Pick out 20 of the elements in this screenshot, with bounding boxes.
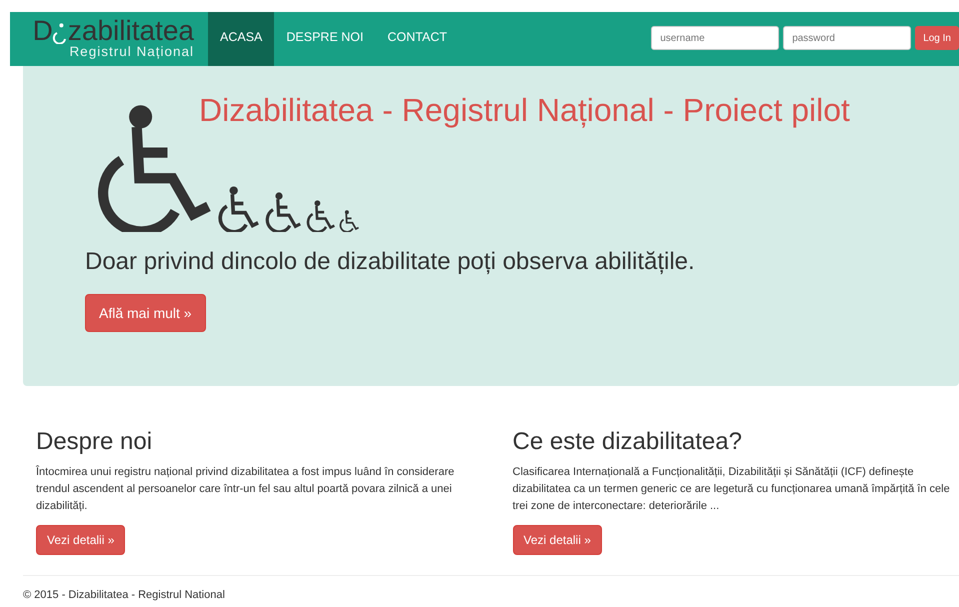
hero-tagline: Doar privind dincolo de dizabilitate poți observa abilitățile.	[85, 247, 696, 277]
section-text: Întocmirea unui registru național privind dizabilitatea a fost impus luând în considerare trendul ascendent al persoanelor care într-un fel sau altul poartă povara zilnică a unei dizabilități.	[36, 464, 456, 514]
username-field[interactable]: username	[651, 26, 780, 50]
section-heading: Ce este dizabilitatea?	[512, 428, 743, 456]
section-heading: Despre noi	[36, 428, 154, 456]
nav-link[interactable]: CONTACT	[376, 12, 459, 66]
details-button[interactable]: Vezi detalii »	[36, 525, 126, 555]
logo-text: D	[32, 18, 53, 44]
nav-link[interactable]: ACASA	[208, 12, 274, 66]
logo-subtitle: Registrul Național	[69, 44, 194, 59]
details-button[interactable]: Vezi detalii »	[512, 525, 602, 555]
footer-text: © 2015 - Dizabilitatea - Registrul National	[23, 588, 226, 602]
logo-text: zabilitatea	[68, 18, 194, 44]
nav-link[interactable]: DESPRE NOI	[274, 12, 376, 66]
password-field[interactable]: password	[783, 26, 912, 50]
learn-more-button[interactable]: Află mai mult »	[85, 294, 206, 332]
section-text: Clasificarea Internațională a Funcționalității, Dizabilității și Sănătății (ICF) definește dizabilitatea ca un termen generic ce are legetură cu funcționarea umană împărțită în cele trei zone de interconectare: deteriorările ...	[512, 465, 951, 514]
wheelchair-icon	[337, 210, 359, 232]
hero-title: Dizabilitatea - Registrul Național - Proiect pilot	[199, 92, 850, 129]
login-button[interactable]: Log In	[915, 26, 959, 50]
